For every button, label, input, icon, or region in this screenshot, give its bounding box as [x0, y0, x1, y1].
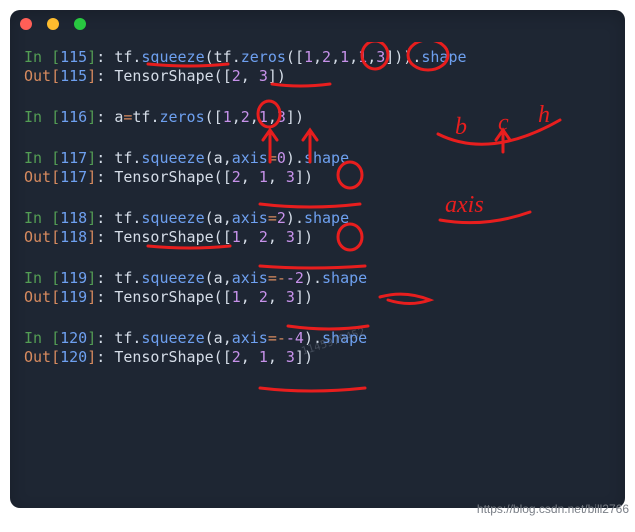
cell-115-in: In [115]: tf.squeeze(tf.zeros([1,2,1,1,3… [24, 48, 611, 67]
cell-120-in: In [120]: tf.squeeze(a,axis=--4).shape [24, 329, 611, 348]
zoom-icon[interactable] [74, 18, 86, 30]
cell-115: In [115]: tf.squeeze(tf.zeros([1,2,1,1,3… [24, 48, 611, 86]
cell-118: In [118]: tf.squeeze(a,axis=2).shape Out… [24, 209, 611, 247]
cell-117-out: Out[117]: TensorShape([2, 1, 3]) [24, 168, 611, 187]
credit-label: https://blog.csdn.net/bill2766 [477, 502, 629, 516]
terminal-window: In [115]: tf.squeeze(tf.zeros([1,2,1,1,3… [10, 10, 625, 508]
cell-116-in: In [116]: a=tf.zeros([1,2,1,3]) [24, 108, 611, 127]
cell-116: In [116]: a=tf.zeros([1,2,1,3]) [24, 108, 611, 127]
cell-119: In [119]: tf.squeeze(a,axis=--2).shape O… [24, 269, 611, 307]
minimize-icon[interactable] [47, 18, 59, 30]
cell-118-out: Out[118]: TensorShape([1, 2, 3]) [24, 228, 611, 247]
cell-117-in: In [117]: tf.squeeze(a,axis=0).shape [24, 149, 611, 168]
cell-118-in: In [118]: tf.squeeze(a,axis=2).shape [24, 209, 611, 228]
cell-115-out: Out[115]: TensorShape([2, 3]) [24, 67, 611, 86]
cell-119-in: In [119]: tf.squeeze(a,axis=--2).shape [24, 269, 611, 288]
window-titlebar [10, 10, 625, 42]
cell-120: In [120]: tf.squeeze(a,axis=--4).shape O… [24, 329, 611, 367]
cell-119-out: Out[119]: TensorShape([1, 2, 3]) [24, 288, 611, 307]
cell-117: In [117]: tf.squeeze(a,axis=0).shape Out… [24, 149, 611, 187]
cell-120-out: Out[120]: TensorShape([2, 1, 3]) [24, 348, 611, 367]
code-area: In [115]: tf.squeeze(tf.zeros([1,2,1,1,3… [10, 42, 625, 367]
close-icon[interactable] [20, 18, 32, 30]
